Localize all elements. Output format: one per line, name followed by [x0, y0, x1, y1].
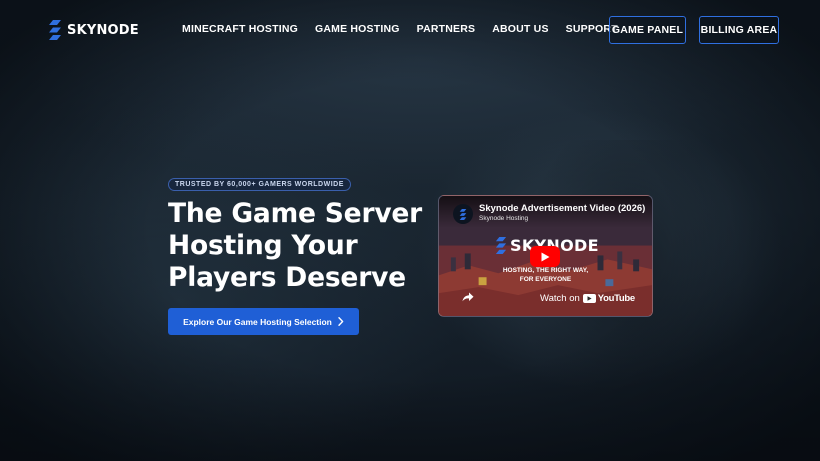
channel-avatar[interactable]	[453, 204, 473, 224]
youtube-label: YouTube	[597, 293, 635, 304]
hero-title-line-2: Hosting Your	[168, 230, 358, 261]
hero-title: The Game Server Hosting Your Players Des…	[168, 198, 428, 294]
hero-title-line-1: The Game Server	[168, 198, 423, 229]
brand-name: SKYNODE	[67, 22, 139, 38]
brand-logo[interactable]: SKYNODE	[48, 19, 139, 41]
site-header: SKYNODE MINECRAFT HOSTING GAME HOSTING P…	[0, 0, 820, 60]
skynode-slash-logo-icon	[49, 20, 61, 40]
chevron-right-icon	[338, 317, 344, 326]
nav-minecraft-hosting[interactable]: MINECRAFT HOSTING	[182, 23, 298, 35]
watch-on-label: Watch on	[540, 293, 580, 304]
game-panel-button[interactable]: GAME PANEL	[609, 16, 686, 44]
video-tagline: HOSTING, THE RIGHT WAY, FOR EVERYONE	[439, 266, 652, 284]
play-icon	[541, 252, 549, 261]
share-icon[interactable]	[462, 292, 474, 302]
nav-partners[interactable]: PARTNERS	[417, 23, 476, 35]
nav-about-us[interactable]: ABOUT US	[492, 23, 548, 35]
youtube-logo: YouTube	[582, 293, 635, 304]
video-tagline-line-1: HOSTING, THE RIGHT WAY,	[502, 267, 589, 274]
youtube-video-embed[interactable]: Skynode Advertisement Video (2026) Skyno…	[438, 195, 653, 317]
video-title[interactable]: Skynode Advertisement Video (2026)	[479, 203, 645, 214]
hero-title-line-3: Players Deserve	[168, 262, 406, 293]
skynode-slash-logo-icon	[495, 237, 507, 254]
nav-game-hosting[interactable]: GAME HOSTING	[315, 23, 400, 35]
explore-hosting-label: Explore Our Game Hosting Selection	[183, 316, 332, 327]
video-channel-name[interactable]: Skynode Hosting	[479, 215, 528, 222]
video-tagline-line-2: FOR EVERYONE	[519, 276, 572, 283]
watch-on-youtube[interactable]: Watch on YouTube	[540, 293, 635, 304]
play-button[interactable]	[530, 246, 560, 267]
main-nav: MINECRAFT HOSTING GAME HOSTING PARTNERS …	[182, 23, 635, 35]
youtube-play-icon	[582, 294, 596, 303]
trust-badge: TRUSTED BY 60,000+ GAMERS WORLDWIDE	[168, 178, 351, 191]
billing-area-button[interactable]: BILLING AREA	[699, 16, 779, 44]
skynode-slash-logo-icon	[459, 208, 467, 220]
explore-hosting-button[interactable]: Explore Our Game Hosting Selection	[168, 308, 359, 335]
